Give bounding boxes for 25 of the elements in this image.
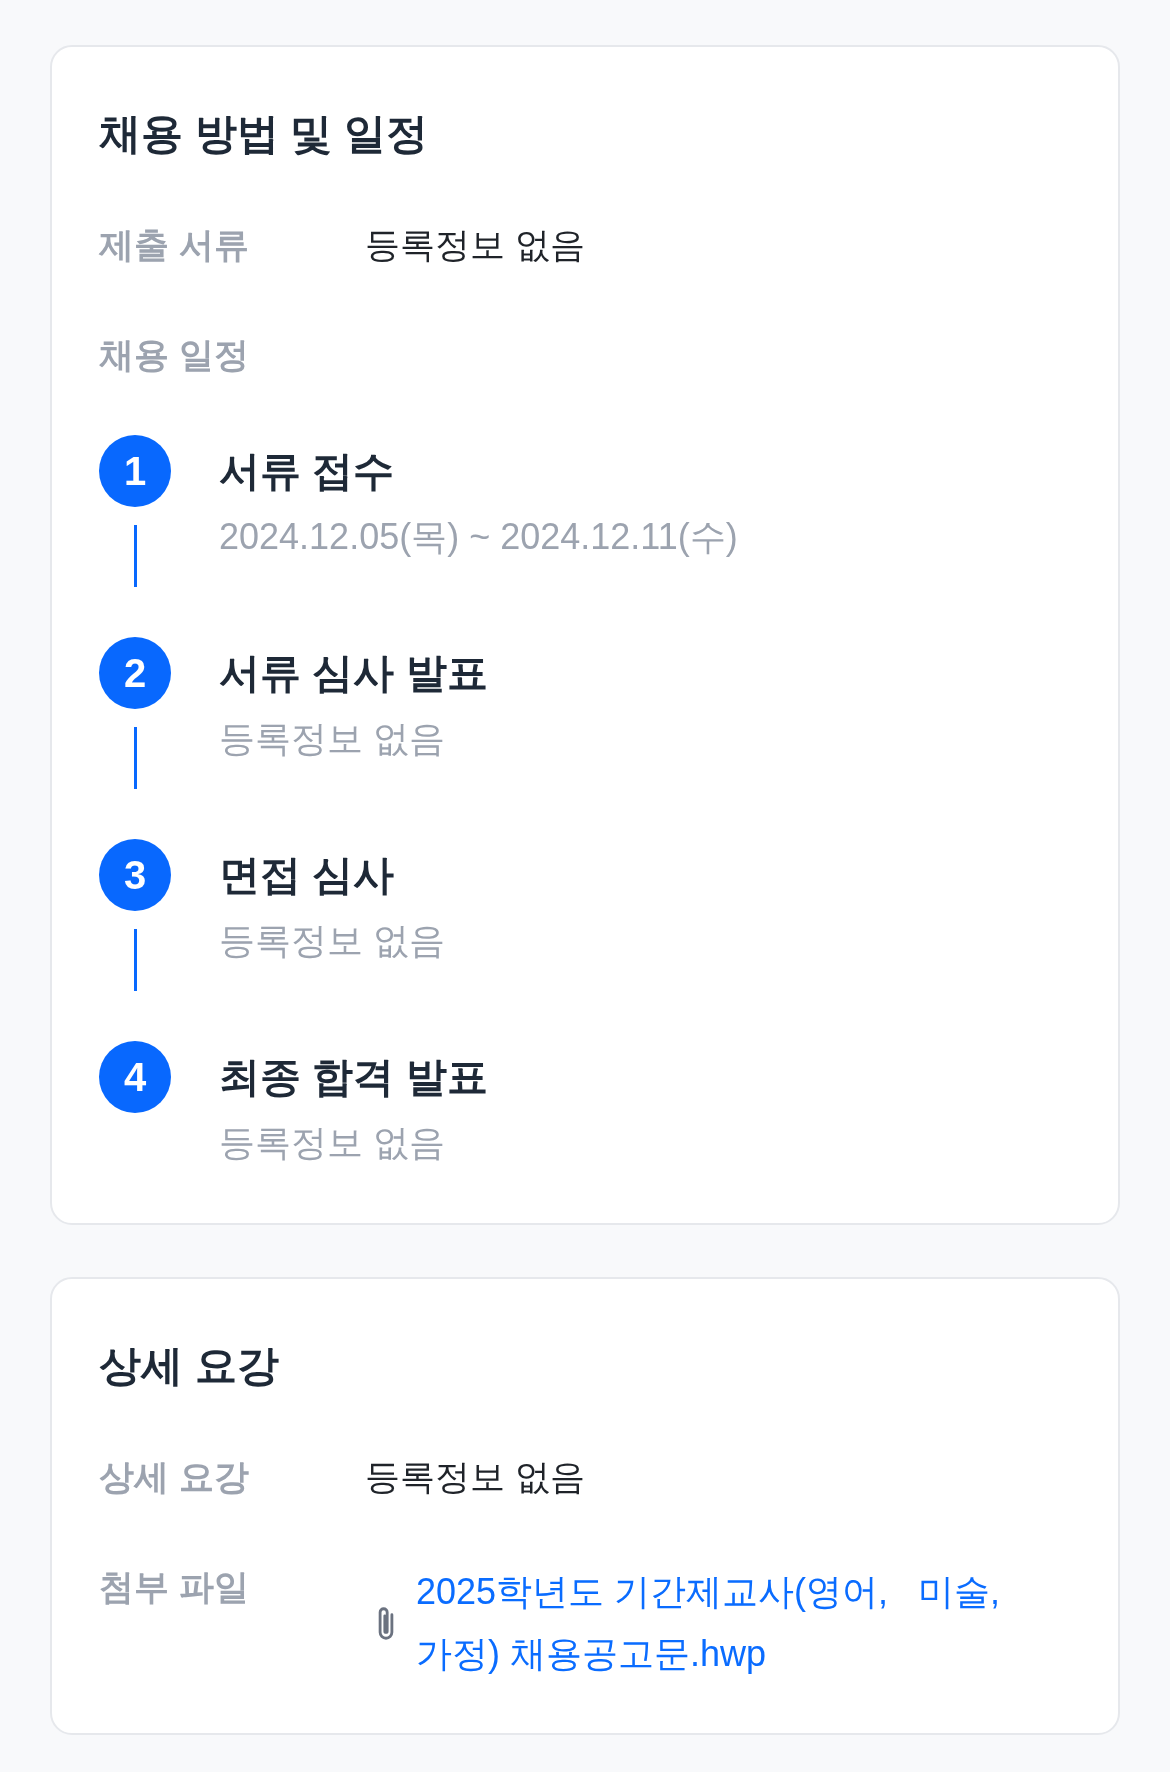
step-title: 면접 심사 — [219, 851, 396, 900]
field-label: 제출 서류 — [99, 224, 250, 266]
step-title: 서류 심사 발표 — [219, 649, 488, 698]
field-label: 채용 일정 — [99, 334, 250, 376]
step-number: 4 — [99, 1041, 171, 1113]
field-label: 상세 요강 — [99, 1456, 250, 1498]
field-label: 첨부 파일 — [99, 1566, 250, 1608]
step-title: 서류 접수 — [219, 447, 396, 496]
step-number: 3 — [99, 839, 171, 911]
step-detail: 등록정보 없음 — [219, 919, 445, 963]
step-number: 2 — [99, 637, 171, 709]
timeline-line — [133, 525, 137, 587]
field-value: 등록정보 없음 — [365, 1456, 585, 1498]
step-detail: 2024.12.05(목) ~ 2024.12.11(수) — [219, 515, 738, 559]
section-title: 상세 요강 — [99, 1341, 280, 1391]
step-number: 1 — [99, 435, 171, 507]
timeline-line — [133, 727, 137, 789]
paperclip-icon — [378, 1606, 394, 1640]
timeline-line — [133, 929, 137, 991]
section-title: 채용 방법 및 일정 — [99, 109, 429, 159]
attachment-link[interactable]: 2025학년도 기간제교사(영어, 미술, 가정) 채용공고문.hwp — [416, 1561, 1067, 1685]
step-detail: 등록정보 없음 — [219, 717, 446, 761]
step-title: 최종 합격 발표 — [219, 1053, 488, 1102]
field-value: 등록정보 없음 — [365, 224, 585, 266]
step-detail: 등록정보 없음 — [219, 1121, 446, 1165]
